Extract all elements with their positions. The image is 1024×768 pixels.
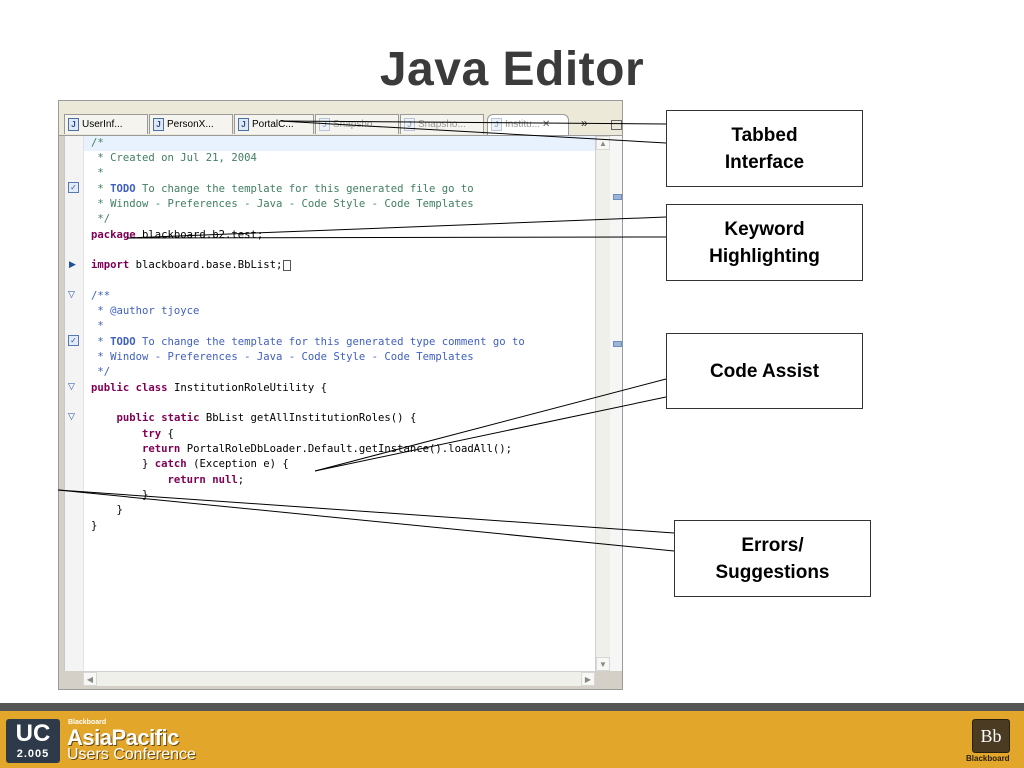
task-marker-icon[interactable]: ✓ <box>68 182 79 193</box>
expand-arrow-icon[interactable]: ▶ <box>69 259 76 270</box>
code-line: * @author tjoyce <box>91 305 200 317</box>
uc-2005-logo: UC 2.005 <box>6 719 60 763</box>
tab-snapshot-2[interactable]: J Snapsho... <box>400 114 484 134</box>
java-file-icon: J <box>491 117 502 131</box>
tab-userinf[interactable]: J UserInf... <box>64 114 148 134</box>
code-line: package blackboard.b2.test; <box>91 229 264 241</box>
callout-code-assist: Code Assist <box>666 333 863 409</box>
horizontal-scrollbar[interactable]: ◀ ▶ <box>83 671 595 686</box>
code-line: * TODO To change the template for this g… <box>91 336 525 348</box>
code-line: * <box>91 320 104 332</box>
collapse-arrow-icon[interactable]: ▽ <box>68 381 75 392</box>
tab-label: Snapsho... <box>418 119 466 130</box>
code-line: } <box>116 504 123 516</box>
close-icon[interactable]: ✕ <box>542 119 550 130</box>
code-line: } <box>91 520 98 532</box>
blackboard-label: Blackboard <box>966 754 1010 763</box>
code-line: return PortalRoleDbLoader.Default.getIns… <box>142 443 512 455</box>
vertical-scrollbar[interactable]: ▲ ▼ <box>595 136 610 671</box>
tab-label: PersonX... <box>167 119 214 130</box>
task-overview-mark[interactable] <box>613 194 622 200</box>
tab-overflow-chevron-icon[interactable]: » <box>581 116 588 130</box>
tab-portalc[interactable]: J PortalC... <box>234 114 314 134</box>
tab-institu-active[interactable]: J Institu... ✕ <box>487 114 569 135</box>
code-area[interactable]: /* * Created on Jul 21, 2004 * ✓ * TODO … <box>64 136 596 671</box>
code-line: } catch (Exception e) { <box>142 458 289 470</box>
callout-tabbed-interface: Tabbed Interface <box>666 110 863 187</box>
task-marker-icon[interactable]: ✓ <box>68 335 79 346</box>
code-line: */ <box>91 366 111 378</box>
brand-users-conference: Users Conference <box>67 746 196 763</box>
code-line: * <box>91 167 104 179</box>
java-file-icon: J <box>238 117 249 131</box>
code-line: * Window - Preferences - Java - Code Sty… <box>91 198 474 210</box>
toolbar-strip <box>59 101 622 111</box>
code-line: * TODO To change the template for this g… <box>91 183 474 195</box>
tab-label: Institu... <box>505 119 541 130</box>
callout-keyword-highlighting: Keyword Highlighting <box>666 204 863 281</box>
code-line: * Window - Preferences - Java - Code Sty… <box>91 351 474 363</box>
blackboard-bb-logo: Bb <box>972 719 1010 753</box>
code-line: try { <box>142 428 174 440</box>
cursor-box <box>283 259 292 271</box>
java-editor-window: J UserInf... J PersonX... J PortalC... J Sna… <box>58 100 623 690</box>
code-line: return null; <box>167 474 245 486</box>
collapse-arrow-icon[interactable]: ▽ <box>68 289 75 300</box>
code-line: */ <box>91 213 111 225</box>
annotation-ruler <box>65 136 84 671</box>
scroll-left-icon[interactable]: ◀ <box>83 672 97 686</box>
scroll-right-icon[interactable]: ▶ <box>581 672 595 686</box>
code-line: /** <box>91 290 111 302</box>
java-file-icon: J <box>153 117 164 131</box>
code-line: * Created on Jul 21, 2004 <box>91 152 257 164</box>
code-line: /* <box>91 137 104 149</box>
code-line: public static BbList getAllInstitutionRo… <box>116 412 417 424</box>
current-line-highlight <box>84 136 596 151</box>
slide-title: Java Editor <box>379 43 645 96</box>
scroll-up-icon[interactable]: ▲ <box>596 136 610 150</box>
tab-snapshot-1[interactable]: J Snapsho... <box>315 114 399 134</box>
footer-strip <box>0 703 1024 711</box>
tab-label: PortalC... <box>252 119 294 130</box>
code-line: import blackboard.base.BbList; <box>91 258 292 273</box>
code-line: public class InstitutionRoleUtility { <box>91 382 328 394</box>
code-line: } <box>142 489 149 501</box>
collapse-arrow-icon[interactable]: ▽ <box>68 411 75 422</box>
minimize-icon[interactable] <box>611 120 622 130</box>
java-file-icon: J <box>404 117 415 131</box>
tab-label: Snapsho... <box>333 119 381 130</box>
editor-tab-bar: J UserInf... J PersonX... J PortalC... J Sna… <box>59 111 622 136</box>
scroll-down-icon[interactable]: ▼ <box>596 657 610 671</box>
java-file-icon: J <box>319 117 330 131</box>
overview-ruler <box>610 136 622 671</box>
tab-label: UserInf... <box>82 119 123 130</box>
footer-bar: UC 2.005 Blackboard AsiaPacific Users Con… <box>0 711 1024 768</box>
java-file-icon: J <box>68 117 79 131</box>
callout-errors-suggestions: Errors/ Suggestions <box>674 520 871 597</box>
task-overview-mark[interactable] <box>613 341 622 347</box>
tab-personx[interactable]: J PersonX... <box>149 114 233 134</box>
